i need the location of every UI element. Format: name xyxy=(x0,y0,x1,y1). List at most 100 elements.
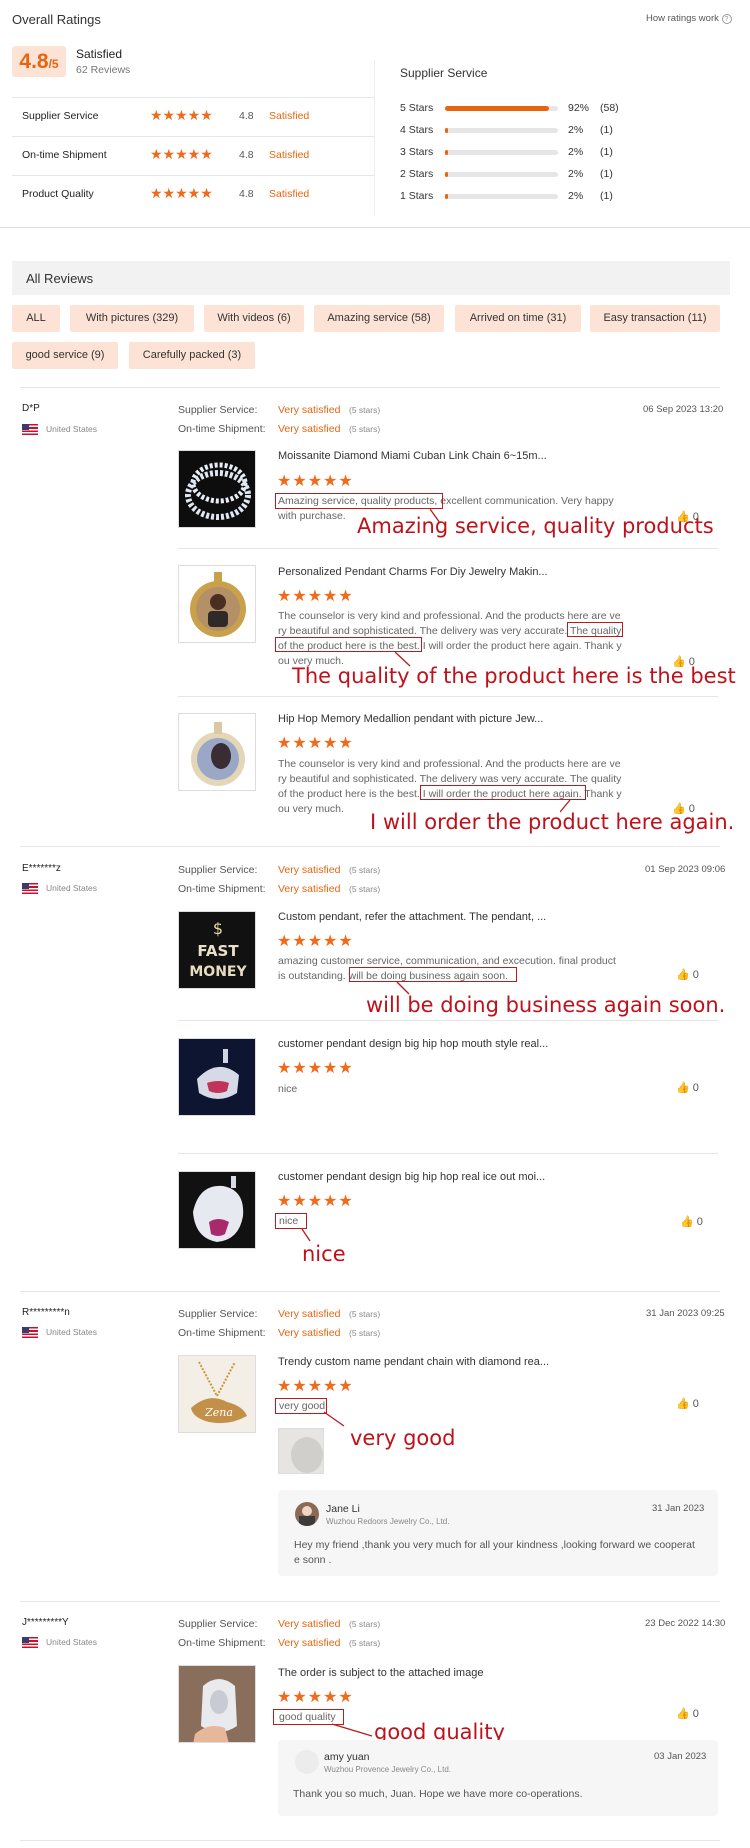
product-title[interactable]: Trendy custom name pendant chain with di… xyxy=(278,1356,549,1368)
product-thumbnail[interactable] xyxy=(178,1038,256,1116)
category-name: Supplier Service xyxy=(22,110,99,122)
review-date: 31 Jan 2023 09:25 xyxy=(646,1308,725,1319)
reply-date: 03 Jan 2023 xyxy=(654,1751,707,1762)
breakdown-count: (1) xyxy=(600,190,613,202)
overall-review-count: 62 Reviews xyxy=(76,64,131,76)
annotation-pointer xyxy=(331,1723,373,1737)
svg-text:Zena: Zena xyxy=(204,1406,233,1419)
review-date: 23 Dec 2022 14:30 xyxy=(645,1618,726,1629)
reply-text: Hey my friend ,thank you very much for a… xyxy=(294,1539,695,1566)
supplier-service-value: Very satisfied xyxy=(278,404,341,416)
category-label: Satisfied xyxy=(269,188,310,200)
filter-with-videos[interactable]: With videos (6) xyxy=(204,305,304,332)
supplier-service-label: Supplier Service: xyxy=(178,864,258,876)
product-thumbnail[interactable] xyxy=(178,565,256,643)
supplier-service-value: Very satisfied xyxy=(278,864,341,876)
product-title[interactable]: Hip Hop Memory Medallion pendant with pi… xyxy=(278,713,543,725)
like-count: 0 xyxy=(692,1082,699,1094)
us-flag-icon xyxy=(22,1327,38,1338)
product-title[interactable]: Custom pendant, refer the attachment. Th… xyxy=(278,911,546,923)
filter-all[interactable]: ALL xyxy=(12,305,60,332)
like-button[interactable]: 👍 0 xyxy=(676,1707,699,1720)
us-flag-icon xyxy=(22,1637,38,1648)
breakdown-percent: 2% xyxy=(568,190,584,202)
breakdown-bar-track xyxy=(445,128,558,133)
filter-arrived-on-time[interactable]: Arrived on time (31) xyxy=(455,305,581,332)
ontime-stars: (5 stars) xyxy=(349,424,381,434)
all-reviews-header: All Reviews xyxy=(12,261,730,295)
svg-text:$: $ xyxy=(213,919,223,938)
product-rating-stars: ★★★★★ xyxy=(277,588,354,605)
like-button[interactable]: 👍 0 xyxy=(676,1397,699,1410)
like-button[interactable]: 👍 0 xyxy=(676,968,699,981)
product-thumbnail[interactable] xyxy=(178,450,256,528)
supplier-service-label: Supplier Service: xyxy=(178,404,258,416)
breakdown-bar-fill xyxy=(445,106,549,111)
like-button[interactable]: 👍 0 xyxy=(676,1081,699,1094)
reply-name: amy yuan xyxy=(324,1751,370,1763)
reviewer-name: J*********Y xyxy=(22,1617,69,1628)
breakdown-bar-fill xyxy=(445,128,448,133)
thumbs-up-icon: 👍 xyxy=(676,1398,690,1410)
supplier-service-label: Supplier Service: xyxy=(178,1618,258,1630)
breakdown-star-label: 3 Stars xyxy=(400,146,434,158)
us-flag-icon xyxy=(22,883,38,894)
category-stars: ★★★★★ xyxy=(150,107,213,123)
review-photo[interactable] xyxy=(278,1428,324,1474)
breakdown-bar-track xyxy=(445,194,558,199)
category-label: Satisfied xyxy=(269,149,310,161)
annotation-pointer xyxy=(560,799,571,813)
annotation-pointer xyxy=(395,651,411,667)
product-rating-stars: ★★★★★ xyxy=(277,735,354,752)
reply-company: Wuzhou Redoors Jewelry Co., Ltd. xyxy=(326,1517,450,1526)
product-rating-stars: ★★★★★ xyxy=(277,933,354,950)
like-count: 0 xyxy=(692,1708,699,1720)
review-date: 01 Sep 2023 09:06 xyxy=(645,864,726,875)
product-title[interactable]: customer pendant design big hip hop mout… xyxy=(278,1038,548,1050)
ontime-label: On-time Shipment: xyxy=(178,883,266,895)
breakdown-bar-track xyxy=(445,172,558,177)
breakdown-title: Supplier Service xyxy=(400,66,488,80)
product-title[interactable]: The order is subject to the attached ima… xyxy=(278,1667,483,1679)
product-thumbnail[interactable] xyxy=(178,713,256,791)
how-ratings-work-link[interactable]: How ratings work ? xyxy=(646,13,732,24)
help-icon: ? xyxy=(721,14,732,24)
ontime-label: On-time Shipment: xyxy=(178,423,266,435)
filter-amazing-service[interactable]: Amazing service (58) xyxy=(314,305,444,332)
supplier-reply: amy yuan Wuzhou Provence Jewelry Co., Lt… xyxy=(278,1740,718,1816)
category-score: 4.8 xyxy=(239,188,254,200)
supplier-service-stars: (5 stars) xyxy=(349,1619,381,1629)
filter-carefully-packed[interactable]: Carefully packed (3) xyxy=(129,342,255,369)
product-thumbnail[interactable]: Zena xyxy=(178,1355,256,1433)
supplier-reply: Jane Li Wuzhou Redoors Jewelry Co., Ltd.… xyxy=(278,1490,718,1576)
breakdown-bar-fill xyxy=(445,150,448,155)
filter-good-service[interactable]: good service (9) xyxy=(12,342,118,369)
like-button[interactable]: 👍 0 xyxy=(680,1215,703,1228)
ontime-stars: (5 stars) xyxy=(349,1638,381,1648)
thumbs-up-icon: 👍 xyxy=(676,1082,690,1094)
supplier-service-label: Supplier Service: xyxy=(178,1308,258,1320)
breakdown-bar-track xyxy=(445,150,558,155)
breakdown-count: (58) xyxy=(600,102,619,114)
overall-ratings-title: Overall Ratings xyxy=(12,12,101,27)
like-count: 0 xyxy=(696,1216,703,1228)
product-title[interactable]: customer pendant design big hip hop real… xyxy=(278,1171,545,1183)
ontime-value: Very satisfied xyxy=(278,1637,341,1649)
product-title[interactable]: Moissanite Diamond Miami Cuban Link Chai… xyxy=(278,450,547,462)
annotation-pointer xyxy=(430,508,441,524)
breakdown-count: (1) xyxy=(600,168,613,180)
product-title[interactable]: Personalized Pendant Charms For Diy Jewe… xyxy=(278,566,548,578)
filter-with-pictures[interactable]: With pictures (329) xyxy=(70,305,194,332)
product-thumbnail[interactable] xyxy=(178,1665,256,1743)
category-stars: ★★★★★ xyxy=(150,185,213,201)
product-thumbnail[interactable]: $ FAST MONEY xyxy=(178,911,256,989)
category-name: On-time Shipment xyxy=(22,149,107,161)
breakdown-star-label: 2 Stars xyxy=(400,168,434,180)
reply-text: Thank you so much, Juan. Hope we have mo… xyxy=(293,1788,583,1800)
filter-easy-transaction[interactable]: Easy transaction (11) xyxy=(590,305,720,332)
product-thumbnail[interactable] xyxy=(178,1171,256,1249)
svg-text:FAST: FAST xyxy=(197,942,239,960)
overall-score-badge: 4.8/5 xyxy=(12,46,66,77)
breakdown-percent: 2% xyxy=(568,168,584,180)
breakdown-count: (1) xyxy=(600,124,613,136)
